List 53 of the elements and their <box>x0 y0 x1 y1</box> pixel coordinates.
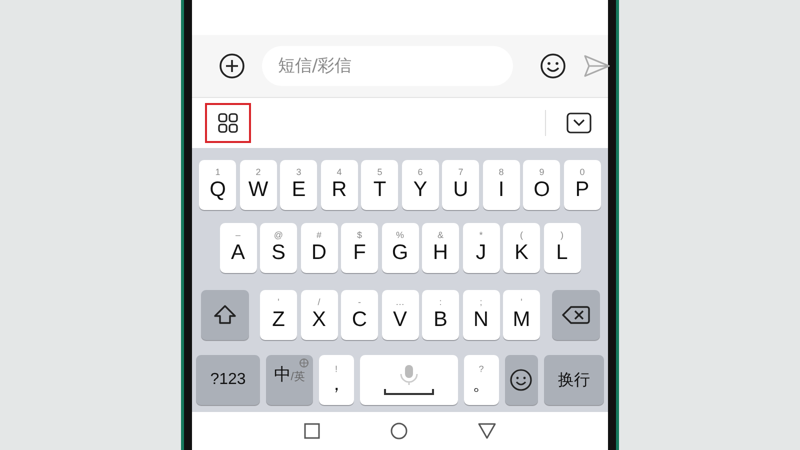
space-key[interactable] <box>360 355 458 405</box>
punctuation-key[interactable]: ! ， <box>318 355 354 405</box>
smiley-icon[interactable] <box>539 52 567 80</box>
shift-key[interactable] <box>200 290 248 340</box>
microphone-icon <box>400 365 418 386</box>
letter-key[interactable]: : B <box>422 290 459 340</box>
letter-key[interactable]: 1 Q <box>199 160 236 210</box>
send-icon[interactable] <box>583 54 611 78</box>
hide-keyboard-icon[interactable] <box>566 112 592 134</box>
key-sublabel: /英 <box>290 370 305 384</box>
letter-key[interactable]: 6 Y <box>402 160 439 210</box>
letter-key[interactable]: ' M <box>503 290 540 340</box>
emoji-key[interactable] <box>504 355 538 405</box>
letter-key[interactable]: ) L <box>544 223 580 273</box>
grid-icon <box>217 112 239 134</box>
letter-key[interactable]: * J <box>462 223 500 273</box>
function-key[interactable]: ?123 <box>196 355 260 405</box>
back-nav-icon[interactable] <box>478 423 496 439</box>
shift-arrow-icon <box>212 304 236 326</box>
letter-key[interactable]: 3 E <box>280 160 318 210</box>
spacebar-icon <box>384 389 434 395</box>
letter-key[interactable]: 9 O <box>523 160 560 210</box>
letter-key[interactable]: @ S <box>260 223 297 273</box>
letter-key[interactable]: - C <box>341 290 378 340</box>
letter-key[interactable]: 7 U <box>442 160 480 210</box>
letter-key[interactable]: % G <box>382 223 418 273</box>
letter-key[interactable]: 8 I <box>482 160 520 210</box>
message-input-field[interactable]: 短信/彩信 <box>262 46 513 86</box>
letter-key[interactable]: ; N <box>462 290 500 340</box>
letter-key[interactable]: 2 W <box>240 160 277 210</box>
add-icon[interactable] <box>218 52 246 80</box>
smiley-icon <box>509 368 534 392</box>
letter-key[interactable]: # D <box>300 223 338 273</box>
backspace-key[interactable] <box>552 290 600 340</box>
letter-key[interactable]: 4 R <box>320 160 358 210</box>
square-nav-icon[interactable] <box>304 423 320 439</box>
letter-key[interactable]: – A <box>220 223 256 273</box>
letter-key[interactable]: … V <box>382 290 418 340</box>
letter-key[interactable]: $ F <box>341 223 378 273</box>
home-nav-icon[interactable] <box>390 422 408 440</box>
letter-key[interactable]: & H <box>422 223 459 273</box>
apps-button[interactable] <box>205 103 251 143</box>
letter-key[interactable]: / X <box>300 290 338 340</box>
letter-key[interactable]: 5 T <box>361 160 398 210</box>
key-label: 中 <box>274 364 291 386</box>
letter-key[interactable]: ' Z <box>260 290 297 340</box>
punctuation-key[interactable]: ? 。 <box>464 355 499 405</box>
letter-key[interactable]: ( K <box>503 223 540 273</box>
letter-key[interactable]: 0 P <box>564 160 601 210</box>
globe-icon <box>298 358 309 368</box>
language-key[interactable]: 中/英 <box>266 355 313 405</box>
backspace-icon <box>562 305 590 325</box>
function-key[interactable]: 换行 <box>544 355 604 405</box>
